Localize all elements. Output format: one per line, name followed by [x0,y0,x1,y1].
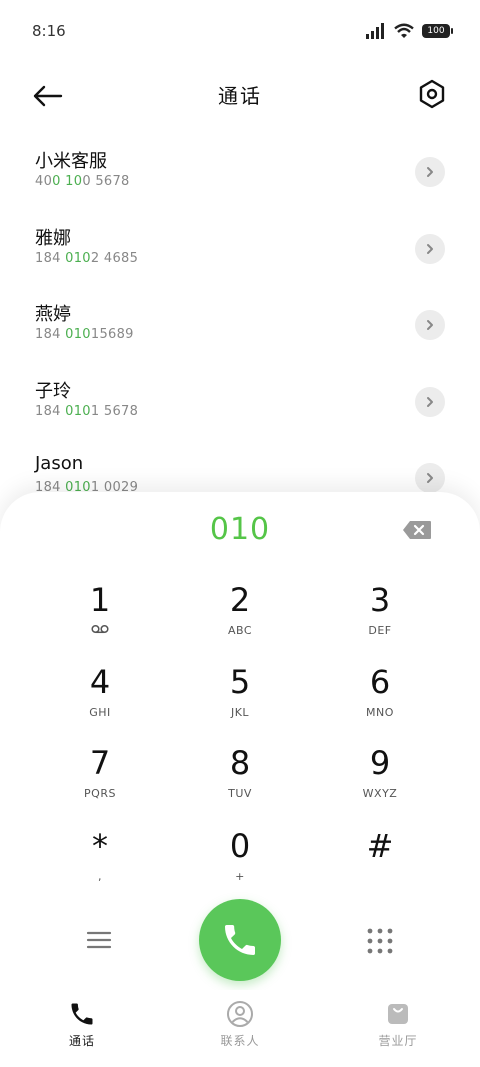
contact-detail-button[interactable] [415,463,445,493]
key-digit: 3 [369,581,391,619]
number-match: 0 10 [52,174,83,189]
chevron-right-icon [427,396,433,407]
phone-icon [225,925,255,955]
voicemail-icon [40,624,160,638]
shopping-bag-icon [388,1004,408,1024]
key-digit: 9 [369,744,391,782]
key-letters: PQRS [84,787,116,800]
key-digit: 4 [89,663,111,701]
contact-detail-button[interactable] [415,386,445,417]
contact-number: 184 0101 5678 [35,404,138,419]
key-letters: JKL [230,706,250,719]
wifi-icon [394,23,414,38]
key-letters: MNO [366,706,394,719]
key-digit: 2 [229,581,251,619]
number-prefix: 184 [35,327,66,342]
key-letters: DEF [368,624,392,637]
number-suffix: 15689 [90,327,134,342]
key-letters: TUV [228,787,252,800]
nav-label: 通话 [68,1034,95,1048]
nav-calls[interactable]: 通话 [22,1000,142,1049]
contact-person-icon [227,1001,253,1027]
key-digit: # [366,827,394,865]
contact-detail-button[interactable] [415,233,445,264]
key-3[interactable]: 3 DEF [320,582,440,654]
status-icons: 100 [366,23,453,39]
phone-icon [71,1003,93,1025]
number-prefix: 184 [35,403,66,419]
menu-icon[interactable] [85,926,113,954]
contact-row[interactable]: 燕婷 184 01015689 [0,286,480,363]
contact-number: 184 01015689 [35,327,134,342]
battery-icon: 100 [422,24,453,38]
contact-detail-button[interactable] [415,310,445,340]
contact-name: 子玲 [35,380,71,402]
key-digit: 0 [229,827,251,865]
contact-number: 400 100 5678 [35,174,130,189]
keypad-grid-icon[interactable] [365,926,395,956]
call-button[interactable] [199,899,281,981]
key-digit: * [92,827,108,865]
number-match: 010 [65,250,91,266]
contact-name: 小米客服 [35,151,107,172]
settings-hexagon-icon[interactable] [416,78,448,110]
top-bar: 通话 [0,64,480,124]
key-6[interactable]: 6 MNO [320,664,440,736]
number-suffix: 2 4685 [90,250,139,266]
key-letters [320,870,440,884]
contact-detail-button[interactable] [415,157,445,187]
contact-name: 雅娜 [35,227,71,249]
key-letters: WXYZ [362,787,398,800]
key-digit: 7 [89,744,111,782]
chevron-right-icon [427,167,433,177]
number-match: 010 [65,327,91,342]
nav-label: 营业厅 [378,1034,418,1048]
dialer-actions [0,899,480,981]
number-suffix: 0 5678 [82,174,130,189]
nav-contacts[interactable]: 联系人 [180,1000,300,1049]
key-digit: 6 [369,663,391,701]
chevron-right-icon [427,243,433,254]
key-7[interactable]: 7 PQRS [40,745,160,817]
key-digit: 8 [229,744,251,782]
number-prefix: 184 [35,250,66,266]
key-letters: GHI [89,706,111,719]
nav-label: 联系人 [220,1034,260,1048]
bottom-nav: 通话 联系人 营业厅 [0,990,480,1067]
nav-store[interactable]: 营业厅 [338,1000,458,1049]
backspace-icon[interactable] [402,520,432,540]
dialer-panel: 010 1 2 ABC 3 DEF 4 GHI 5 JKL 6 MNO 7 PQ… [0,492,480,1067]
key-9[interactable]: 9 WXYZ [320,745,440,817]
contact-name: 燕婷 [35,304,71,325]
signal-icon [366,23,384,39]
status-bar: 8:16 100 [0,0,480,64]
key-digit: 1 [89,581,111,619]
key-0[interactable]: 0 + [180,828,300,900]
key-4[interactable]: 4 GHI [40,664,160,736]
contact-name: Jason [35,453,84,474]
page-title: 通话 [218,84,262,108]
number-suffix: 1 5678 [90,403,139,419]
key-5[interactable]: 5 JKL [180,664,300,736]
chevron-right-icon [427,320,433,330]
key-star[interactable]: * , [40,828,160,900]
key-digit: 5 [229,663,251,701]
key-2[interactable]: 2 ABC [180,582,300,654]
contact-row[interactable]: 小米客服 400 100 5678 [0,133,480,210]
key-1[interactable]: 1 [40,582,160,654]
contact-number: 184 0102 4685 [35,251,138,266]
key-letters: , [98,870,102,883]
key-letters: ABC [227,624,253,637]
number-prefix: 40 [35,174,53,189]
contact-list: 小米客服 400 100 5678 雅娜 184 0102 4685 燕婷 18… [0,133,480,516]
key-hash[interactable]: # [320,828,440,900]
key-8[interactable]: 8 TUV [180,745,300,817]
key-letters: + [235,870,245,883]
chevron-right-icon [427,473,433,483]
battery-level: 100 [427,26,445,36]
contact-row[interactable]: 雅娜 184 0102 4685 [0,210,480,287]
contact-row[interactable]: 子玲 184 0101 5678 [0,363,480,440]
number-match: 010 [65,403,91,419]
status-time: 8:16 [32,22,66,40]
